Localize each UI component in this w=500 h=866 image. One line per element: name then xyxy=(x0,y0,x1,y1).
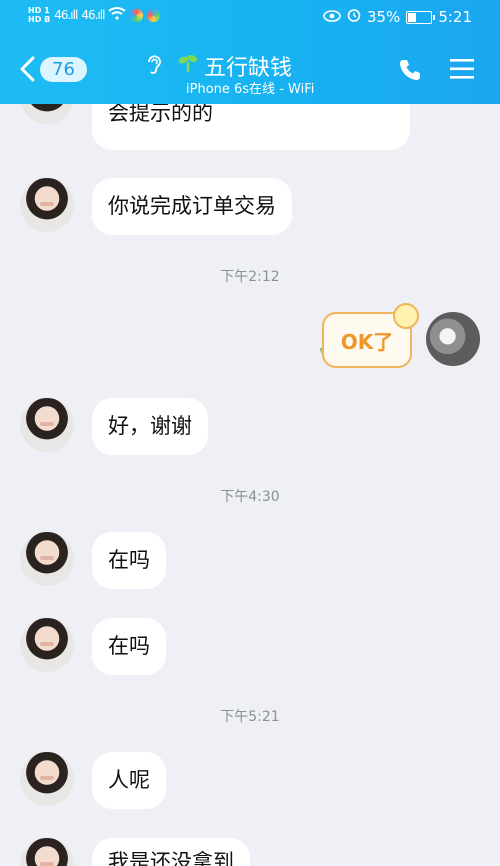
message-bubble[interactable]: 我是还没拿到 xyxy=(92,838,250,866)
message-bubble[interactable]: 人呢 xyxy=(92,752,166,809)
message-text: 在吗 xyxy=(108,548,150,572)
timestamp: 下午2:12 xyxy=(220,269,280,285)
timestamp: 下午5:21 xyxy=(220,709,280,725)
app-notification-icon xyxy=(130,8,144,22)
contact-avatar[interactable] xyxy=(20,618,74,672)
wifi-icon xyxy=(108,6,127,24)
message-text: 人呢 xyxy=(108,768,150,792)
contact-avatar[interactable] xyxy=(20,178,74,232)
clock: 5:21 xyxy=(438,8,472,26)
message-text: 在吗 xyxy=(108,634,150,658)
chevron-left-icon xyxy=(20,56,35,82)
online-status: iPhone 6s在线 - WiFi xyxy=(186,82,315,97)
message-bubble[interactable]: 你说完成订单交易 xyxy=(92,178,292,235)
phone-icon[interactable] xyxy=(398,58,422,82)
message-text: 你说完成订单交易 xyxy=(108,194,276,218)
chat-header: HD 1 HD B 46.ıll 46.ıll 35% 5:21 76 五行缺钱… xyxy=(0,0,500,104)
message-text: 我是还没拿到 xyxy=(108,850,234,866)
my-avatar[interactable] xyxy=(426,312,480,366)
back-button[interactable]: 76 xyxy=(18,52,92,86)
message-bubble[interactable]: 在吗 xyxy=(92,618,166,675)
sprout-icon xyxy=(178,53,198,79)
unread-count-badge: 76 xyxy=(40,56,87,82)
eye-icon xyxy=(323,8,341,26)
battery-percent: 35% xyxy=(366,8,401,26)
contact-avatar[interactable] xyxy=(20,752,74,806)
battery-icon xyxy=(406,10,436,24)
app-notification-icon xyxy=(147,8,161,22)
timestamp: 下午4:30 xyxy=(220,489,280,505)
contact-avatar[interactable] xyxy=(20,532,74,586)
sun-icon xyxy=(393,303,419,329)
alarm-icon xyxy=(347,8,361,26)
message-text: 好，谢谢 xyxy=(108,414,192,438)
message-bubble[interactable]: 好，谢谢 xyxy=(92,398,208,455)
signal-icon: 46.ıll xyxy=(81,8,105,22)
ear-icon[interactable] xyxy=(146,54,162,76)
chat-area[interactable]: 点这里，说完成交易，会提示的 会提示的的 你说完成订单交易 下午2:12 OK了… xyxy=(0,0,500,866)
hd-indicator: HD 1 HD B xyxy=(28,6,51,24)
signal-icon: 46.ıll xyxy=(54,8,78,22)
message-bubble[interactable]: 在吗 xyxy=(92,532,166,589)
contact-avatar[interactable] xyxy=(20,398,74,452)
menu-icon[interactable] xyxy=(450,58,474,80)
contact-avatar[interactable] xyxy=(20,838,74,866)
status-bar: HD 1 HD B 46.ıll 46.ıll 35% 5:21 xyxy=(0,0,500,36)
sticker-text: OK了 xyxy=(340,329,394,354)
